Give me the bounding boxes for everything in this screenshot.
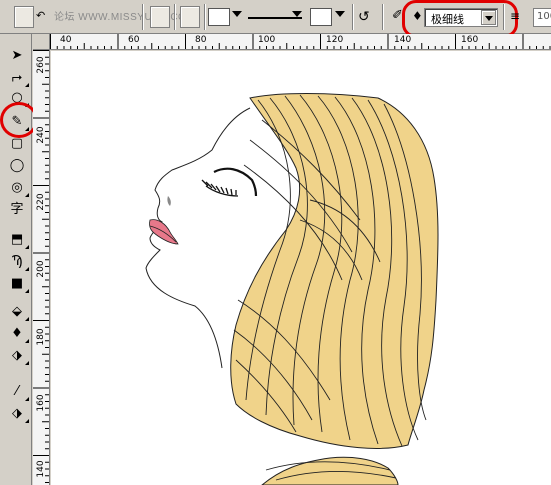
ellipse-tool-icon[interactable]: ◯ xyxy=(6,156,28,176)
shape-tool-icon[interactable]: ⮣ xyxy=(6,68,29,88)
ruler-label: 140 xyxy=(36,460,46,478)
pen-nib-icon: ♦ xyxy=(412,9,423,23)
interactive-fill-icon[interactable]: ⬒ xyxy=(6,230,29,250)
page-icon[interactable] xyxy=(14,6,34,28)
ruler-label: 40 xyxy=(60,35,72,45)
ruler-label: 240 xyxy=(36,126,46,144)
break-apart-icon[interactable] xyxy=(150,6,170,28)
pick-tool-icon[interactable]: ➤ xyxy=(6,46,28,66)
outline-width-value: 极细线 xyxy=(431,13,464,26)
separator xyxy=(503,4,505,30)
zoom-tool-icon[interactable]: ○ xyxy=(6,88,29,108)
brush-icon[interactable]: ✐ xyxy=(392,8,403,30)
separator xyxy=(142,4,144,30)
paint-bucket-icon[interactable]: ⬗ xyxy=(6,404,29,424)
ruler-label: 140 xyxy=(394,35,412,45)
freehand-tool-icon[interactable]: ✎ xyxy=(6,112,29,132)
undo-icon[interactable]: ↶ xyxy=(36,9,45,31)
line-style-selector[interactable] xyxy=(248,17,302,19)
dropper-icon[interactable]: ⁄ xyxy=(6,382,29,402)
ruler-label: 220 xyxy=(36,193,46,211)
outline-tool-icon[interactable]: ⬙ xyxy=(6,302,29,322)
separator xyxy=(352,4,354,30)
ruler-label: 120 xyxy=(326,35,344,45)
separator xyxy=(204,4,206,30)
end-arrow-selector[interactable] xyxy=(310,8,332,26)
ruler-label: 80 xyxy=(195,35,207,45)
start-arrow-selector[interactable] xyxy=(208,8,230,26)
ruler-label: 200 xyxy=(36,260,46,278)
eyedropper-tool-icon[interactable]: Ϡ xyxy=(6,252,29,272)
ruler-label: 100 xyxy=(258,35,276,45)
ruler-label: 160 xyxy=(36,394,46,412)
chevron-down-icon[interactable] xyxy=(481,10,496,25)
separator xyxy=(382,4,384,30)
interactive-tool-icon[interactable]: ■ xyxy=(6,274,29,294)
toolbox: ➤ ⮣ ○ ✎ ▢ ◯ ◎ 字 ⬒ Ϡ ■ ⬙ ♦ ⬗ ⁄ ⬗ xyxy=(0,34,32,485)
chevron-down-icon[interactable] xyxy=(335,11,345,17)
outline-width-select[interactable]: 极细线 xyxy=(424,8,498,27)
fill-tool-icon[interactable]: ⬗ xyxy=(6,346,29,366)
zoom-field[interactable]: 100 xyxy=(533,8,551,27)
fill-bucket-icon[interactable]: ♦ xyxy=(6,324,29,344)
illustration xyxy=(145,93,439,485)
chevron-down-icon[interactable] xyxy=(232,11,242,17)
separator xyxy=(174,4,176,30)
spiral-tool-icon[interactable]: ◎ xyxy=(6,178,29,198)
eyelashes xyxy=(201,179,239,197)
nostril xyxy=(167,196,171,206)
ruler-label: 160 xyxy=(461,35,479,45)
property-bar: ↶ 论坛 WWW.MISSYUAN.COM ↺ ✐ ♦ 极细线 ≡ 100 xyxy=(0,0,551,38)
eyebrow xyxy=(213,167,258,197)
ruler-label: 260 xyxy=(36,56,46,74)
rectangle-tool-icon[interactable]: ▢ xyxy=(6,134,28,154)
chevron-down-icon[interactable] xyxy=(292,11,302,17)
wrap-text-icon[interactable] xyxy=(180,6,200,28)
drawing-canvas[interactable] xyxy=(51,51,551,485)
ruler-label: 180 xyxy=(36,328,46,346)
vertical-ruler[interactable]: 260 240 220 200 180 160 140 xyxy=(33,50,50,485)
smoothing-icon[interactable]: ↺ xyxy=(358,9,370,31)
text-wrap-icon[interactable]: ≡ xyxy=(510,9,520,31)
ruler-label: 60 xyxy=(128,35,140,45)
ruler-corner[interactable] xyxy=(33,34,50,50)
horizontal-ruler[interactable]: 40 60 80 100 120 140 160 xyxy=(50,34,551,50)
text-tool-icon[interactable]: 字 xyxy=(6,200,28,220)
